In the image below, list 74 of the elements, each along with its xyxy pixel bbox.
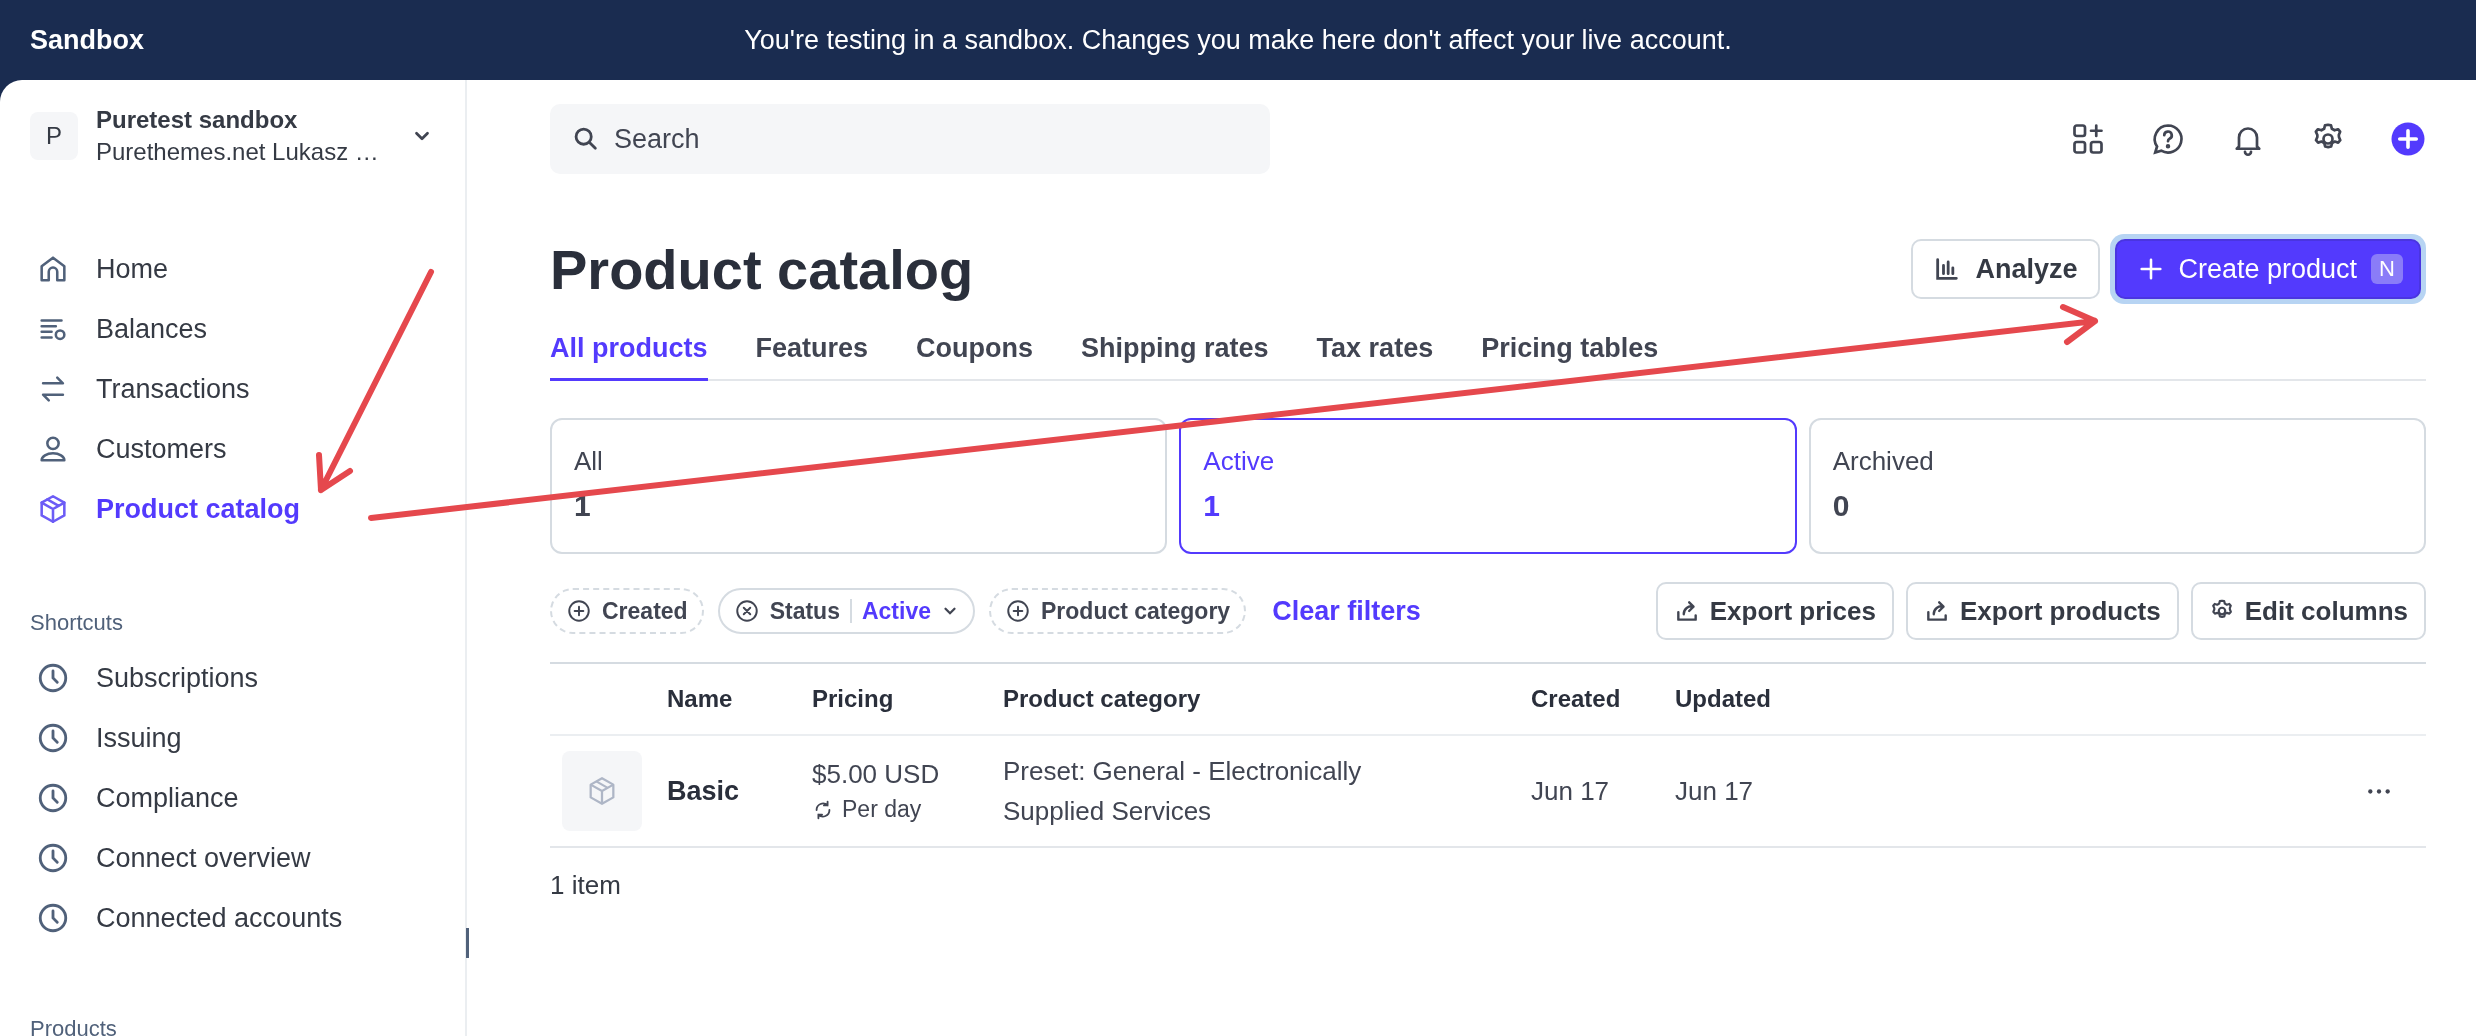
shortcut-item[interactable]: Connected accounts bbox=[0, 888, 343, 948]
price-amount: $5.00 USD bbox=[812, 759, 941, 790]
create-product-button[interactable]: Create product N bbox=[2114, 239, 2421, 299]
account-subtitle: Purethemes.net Lukasz … bbox=[96, 138, 379, 166]
nav-item[interactable]: Customers bbox=[0, 419, 227, 479]
nav-item[interactable]: Home bbox=[0, 239, 169, 299]
add-icon[interactable] bbox=[2390, 121, 2426, 157]
status-card[interactable]: All 1 bbox=[550, 418, 1168, 554]
edit-columns-button[interactable]: Edit columns bbox=[2190, 582, 2426, 640]
tab[interactable]: All products bbox=[550, 333, 708, 381]
filter-chip[interactable]: Product category bbox=[989, 588, 1247, 634]
filter-label: Created bbox=[602, 597, 688, 625]
more-icon[interactable] bbox=[2366, 786, 2392, 796]
column-header[interactable]: Updated bbox=[1675, 685, 2426, 713]
product-name[interactable]: Basic bbox=[667, 775, 812, 807]
section-heading: Products bbox=[30, 1016, 118, 1036]
status-card[interactable]: Active 1 bbox=[1179, 418, 1797, 554]
resize-handle[interactable] bbox=[466, 928, 469, 958]
analyze-button[interactable]: Analyze bbox=[1911, 239, 2100, 299]
clock-icon bbox=[36, 661, 70, 695]
account-avatar: P bbox=[30, 112, 78, 160]
status-label: Archived bbox=[1832, 446, 1935, 477]
filter-label: Status bbox=[769, 597, 840, 625]
status-label: Active bbox=[1203, 446, 1276, 477]
shortcut-item[interactable]: Connect overview bbox=[0, 828, 311, 888]
table-cell-text: Preset: General - Electronically Supplied Services bbox=[1003, 754, 1363, 828]
shortcut-item[interactable]: Compliance bbox=[0, 768, 239, 828]
clock-icon bbox=[36, 841, 70, 875]
clear-filters-link[interactable]: Clear filters bbox=[1272, 595, 1421, 627]
status-count: 1 bbox=[574, 489, 592, 523]
status-count: 0 bbox=[1832, 489, 1851, 523]
status-card[interactable]: Archived 0 bbox=[1808, 418, 2426, 554]
page-title: Product catalog bbox=[550, 236, 974, 302]
help-icon[interactable] bbox=[2150, 121, 2186, 157]
table-cell-text: Jun 17 bbox=[1531, 775, 1611, 807]
sandbox-message: You're testing in a sandbox. Changes you make here don't affect your live account. bbox=[744, 24, 1732, 56]
export-button[interactable]: Export prices bbox=[1655, 582, 1894, 640]
filter-chip[interactable]: Created bbox=[550, 588, 704, 634]
tab[interactable]: Features bbox=[755, 333, 869, 381]
nav-item[interactable]: Product catalog bbox=[0, 479, 301, 539]
clock-icon bbox=[36, 721, 70, 755]
status-count: 1 bbox=[1203, 489, 1221, 523]
shortcut-item[interactable]: Subscriptions bbox=[0, 648, 259, 708]
item-count: 1 item bbox=[550, 870, 622, 901]
nav-item[interactable]: Balances bbox=[0, 299, 208, 359]
clock-icon bbox=[36, 781, 70, 815]
column-header[interactable]: Pricing bbox=[812, 685, 1003, 713]
column-header[interactable]: Name bbox=[667, 685, 812, 713]
tab[interactable]: Coupons bbox=[916, 333, 1034, 381]
price-interval: Per day bbox=[842, 796, 922, 823]
remove-circle-icon bbox=[733, 598, 760, 624]
account-name: Puretest sandbox bbox=[96, 106, 299, 134]
status-label: All bbox=[574, 446, 604, 477]
add-widget-icon[interactable] bbox=[2070, 121, 2106, 157]
shortcut-key: N bbox=[2371, 254, 2403, 284]
tab[interactable]: Pricing tables bbox=[1481, 333, 1659, 381]
tab[interactable]: Tax rates bbox=[1316, 333, 1434, 381]
table-cell-text: Jun 17 bbox=[1675, 775, 1755, 807]
shortcut-item[interactable]: Issuing bbox=[0, 708, 182, 768]
section-heading: Shortcuts bbox=[30, 610, 124, 636]
filter-chip[interactable]: Status Active bbox=[717, 588, 975, 634]
plus-circle-icon bbox=[1005, 598, 1031, 624]
plus-circle-icon bbox=[566, 598, 592, 624]
tab[interactable]: Shipping rates bbox=[1081, 333, 1269, 381]
search-field[interactable]: Search bbox=[550, 104, 1270, 174]
sandbox-label: Sandbox bbox=[29, 24, 145, 56]
filter-label: Product category bbox=[1041, 597, 1231, 625]
column-header[interactable]: Product category bbox=[1003, 685, 1531, 713]
export-button[interactable]: Export products bbox=[1905, 582, 2179, 640]
filter-value: Active bbox=[861, 597, 931, 625]
column-header[interactable]: Created bbox=[1531, 685, 1675, 713]
clock-icon bbox=[36, 901, 70, 935]
search-icon bbox=[572, 125, 600, 153]
nav-item[interactable]: Transactions bbox=[0, 359, 250, 419]
